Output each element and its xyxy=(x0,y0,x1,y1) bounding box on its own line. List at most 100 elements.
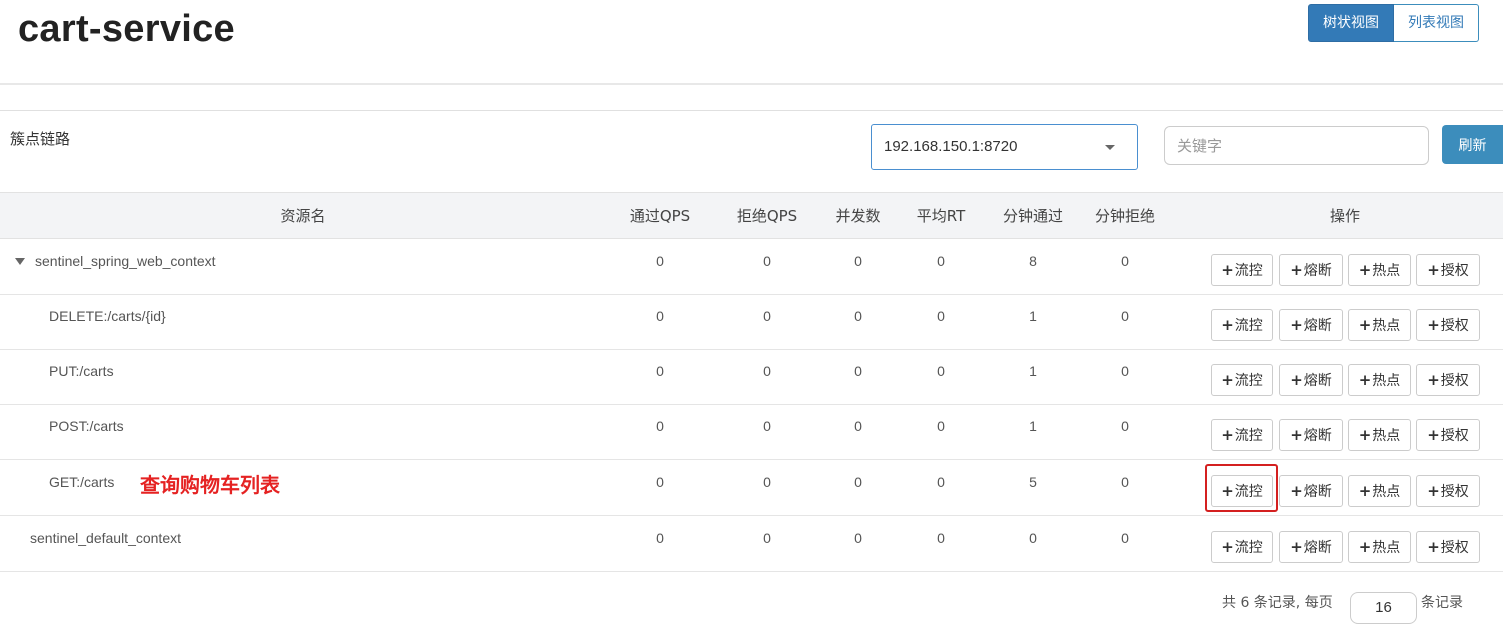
page-title: cart-service xyxy=(18,8,235,50)
hotspot-button[interactable]: +热点 xyxy=(1348,419,1411,451)
plus-icon: + xyxy=(1427,316,1440,334)
plus-icon: + xyxy=(1290,426,1303,444)
caret-down-icon xyxy=(1105,145,1115,150)
plus-icon: + xyxy=(1427,482,1440,500)
plus-icon: + xyxy=(1290,371,1303,389)
section-title: 簇点链路 xyxy=(10,130,71,148)
flow-control-button[interactable]: +流控 xyxy=(1211,364,1273,396)
plus-icon: + xyxy=(1221,316,1234,334)
cell-concurrency: 0 xyxy=(854,474,862,490)
plus-icon: + xyxy=(1427,538,1440,556)
flow-control-button[interactable]: +流控 xyxy=(1211,531,1273,563)
action-label: 熔断 xyxy=(1303,540,1332,556)
cell-block-qps: 0 xyxy=(763,363,771,379)
cell-concurrency: 0 xyxy=(854,530,862,546)
degrade-button[interactable]: +熔断 xyxy=(1279,309,1343,341)
hotspot-button[interactable]: +热点 xyxy=(1348,309,1411,341)
table-row: PUT:/carts 0 0 0 0 1 0 +流控 +熔断 +热点 +授权 xyxy=(0,349,1503,405)
action-label: 熔断 xyxy=(1303,484,1332,500)
keyword-search-input[interactable] xyxy=(1164,126,1429,165)
plus-icon: + xyxy=(1221,538,1234,556)
plus-icon: + xyxy=(1358,482,1372,500)
plus-icon: + xyxy=(1358,426,1372,444)
column-header-pass-qps: 通过QPS xyxy=(629,207,691,225)
action-label: 流控 xyxy=(1234,540,1263,556)
column-header-resource: 资源名 xyxy=(280,207,326,225)
plus-icon: + xyxy=(1358,538,1372,556)
plus-icon: + xyxy=(1427,426,1440,444)
hotspot-button[interactable]: +热点 xyxy=(1348,364,1411,396)
header-divider xyxy=(0,83,1503,85)
hotspot-button[interactable]: +热点 xyxy=(1348,475,1411,507)
cell-avg-rt: 0 xyxy=(937,474,945,490)
cell-block-qps: 0 xyxy=(763,474,771,490)
flow-control-button[interactable]: +流控 xyxy=(1211,419,1273,451)
column-header-actions: 操作 xyxy=(1329,207,1361,225)
action-label: 流控 xyxy=(1234,263,1263,279)
action-label: 授权 xyxy=(1440,484,1469,500)
flow-control-button[interactable]: +流控 xyxy=(1211,309,1273,341)
degrade-button[interactable]: +熔断 xyxy=(1279,254,1343,286)
table-header: 资源名 通过QPS 拒绝QPS 并发数 平均RT 分钟通过 分钟拒绝 操作 xyxy=(0,192,1503,239)
cell-minute-block: 0 xyxy=(1121,308,1129,324)
resource-name: GET:/carts xyxy=(49,474,115,490)
authorize-button[interactable]: +授权 xyxy=(1416,309,1480,341)
authorize-button[interactable]: +授权 xyxy=(1416,531,1480,563)
cell-pass-qps: 0 xyxy=(656,530,664,546)
pager-prefix: 共 6 条记录, 每页 xyxy=(1222,595,1333,611)
degrade-button[interactable]: +熔断 xyxy=(1279,531,1343,563)
flow-control-button[interactable]: +流控 xyxy=(1211,254,1273,286)
cell-concurrency: 0 xyxy=(854,308,862,324)
hotspot-button[interactable]: +热点 xyxy=(1348,531,1411,563)
action-label: 熔断 xyxy=(1303,318,1332,334)
pager-suffix: 条记录 xyxy=(1421,595,1463,611)
degrade-button[interactable]: +熔断 xyxy=(1279,475,1343,507)
column-header-block-qps: 拒绝QPS xyxy=(736,207,798,225)
authorize-button[interactable]: +授权 xyxy=(1416,475,1480,507)
cell-minute-block: 0 xyxy=(1121,474,1129,490)
authorize-button[interactable]: +授权 xyxy=(1416,364,1480,396)
plus-icon: + xyxy=(1290,538,1303,556)
resource-name: DELETE:/carts/{id} xyxy=(49,308,166,324)
column-header-minute-block: 分钟拒绝 xyxy=(1094,207,1156,225)
cell-minute-pass: 1 xyxy=(1029,363,1037,379)
cell-pass-qps: 0 xyxy=(656,363,664,379)
refresh-button[interactable]: 刷新 xyxy=(1442,125,1503,164)
cell-avg-rt: 0 xyxy=(937,253,945,269)
page-size-input[interactable]: 16 xyxy=(1350,592,1417,624)
authorize-button[interactable]: +授权 xyxy=(1416,419,1480,451)
cell-minute-block: 0 xyxy=(1121,418,1129,434)
expand-triangle-icon[interactable] xyxy=(15,258,25,265)
hotspot-button[interactable]: +热点 xyxy=(1348,254,1411,286)
plus-icon: + xyxy=(1290,482,1303,500)
action-label: 热点 xyxy=(1372,373,1401,389)
highlight-box xyxy=(1205,464,1278,512)
cell-concurrency: 0 xyxy=(854,418,862,434)
cell-block-qps: 0 xyxy=(763,530,771,546)
action-label: 熔断 xyxy=(1303,263,1332,279)
cell-concurrency: 0 xyxy=(854,253,862,269)
cell-pass-qps: 0 xyxy=(656,474,664,490)
table-row: POST:/carts 0 0 0 0 1 0 +流控 +熔断 +热点 +授权 xyxy=(0,404,1503,460)
degrade-button[interactable]: +熔断 xyxy=(1279,419,1343,451)
column-header-avg-rt: 平均RT xyxy=(916,207,966,225)
cell-pass-qps: 0 xyxy=(656,308,664,324)
table-row: sentinel_spring_web_context 0 0 0 0 8 0 +流控 +熔断 +… xyxy=(0,239,1503,295)
action-label: 热点 xyxy=(1372,540,1401,556)
plus-icon: + xyxy=(1358,261,1372,279)
authorize-button[interactable]: +授权 xyxy=(1416,254,1480,286)
cell-minute-pass: 1 xyxy=(1029,308,1037,324)
action-label: 热点 xyxy=(1372,263,1401,279)
plus-icon: + xyxy=(1290,316,1303,334)
resource-name: POST:/carts xyxy=(49,418,124,434)
action-label: 流控 xyxy=(1234,373,1263,389)
tree-view-button[interactable]: 树状视图 xyxy=(1308,4,1394,42)
degrade-button[interactable]: +熔断 xyxy=(1279,364,1343,396)
plus-icon: + xyxy=(1221,426,1234,444)
machine-select[interactable]: 192.168.150.1:8720 xyxy=(871,124,1138,170)
action-label: 热点 xyxy=(1372,428,1401,444)
action-label: 授权 xyxy=(1440,540,1469,556)
cell-block-qps: 0 xyxy=(763,418,771,434)
cell-avg-rt: 0 xyxy=(937,363,945,379)
list-view-button[interactable]: 列表视图 xyxy=(1394,4,1479,42)
